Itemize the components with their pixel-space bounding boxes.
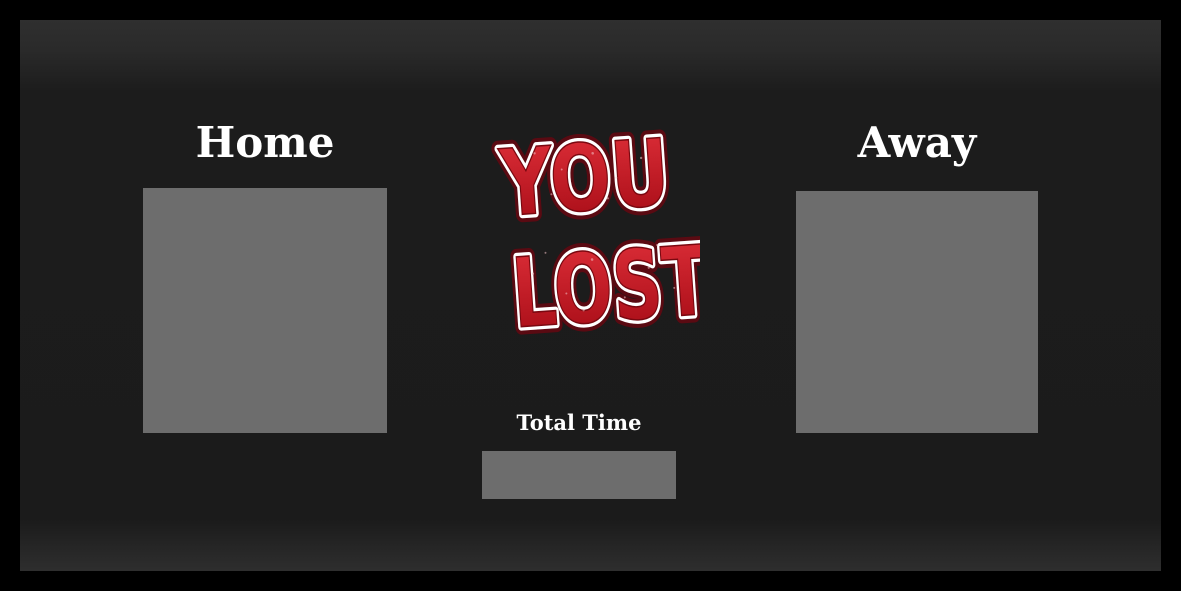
- total-time-label: Total Time: [516, 410, 642, 435]
- lost-text: LOST: [509, 224, 700, 350]
- you-text: YOU: [496, 119, 673, 238]
- home-player-panel: [143, 188, 387, 433]
- game-over-screen: Home Away YOU YOU YOU LOST LOST LOST Tot…: [20, 20, 1161, 571]
- away-title: Away: [857, 118, 977, 167]
- away-player-panel: [796, 191, 1038, 433]
- you-lost-banner: YOU YOU YOU LOST LOST LOST: [489, 112, 700, 350]
- home-title: Home: [195, 118, 335, 167]
- total-time-panel: [482, 451, 676, 499]
